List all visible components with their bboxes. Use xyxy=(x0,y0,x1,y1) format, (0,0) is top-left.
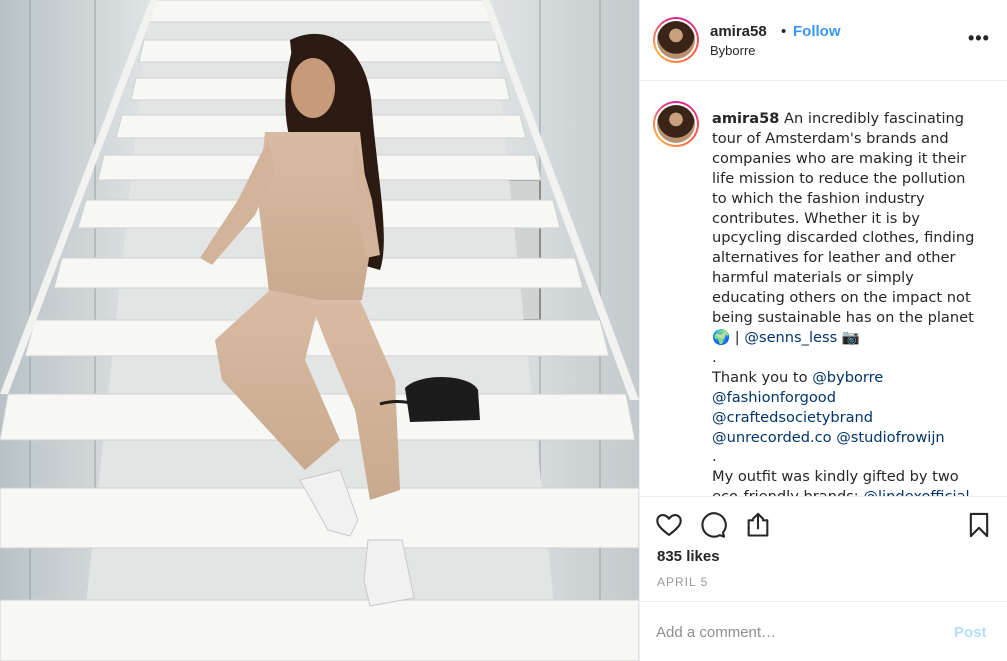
comments-area[interactable]: amira58 An incredibly fascinating tour o… xyxy=(640,81,1007,497)
globe-emoji-icon: 🌍 xyxy=(712,328,731,346)
caption-line: @unrecorded.co @studiofrowijn xyxy=(712,428,1000,448)
post-header: amira58 • Follow Byborre ••• xyxy=(640,0,1007,81)
bookmark-icon[interactable] xyxy=(965,511,993,539)
caption-line: companies who are making it their xyxy=(712,149,967,167)
author-avatar[interactable] xyxy=(653,17,699,63)
post-actions: 835 likes APRIL 5 xyxy=(640,497,1007,601)
mention-link[interactable]: @lindexofficial xyxy=(863,488,969,496)
mention-link[interactable]: @fashionforgood xyxy=(712,389,836,406)
post-comment-button[interactable]: Post xyxy=(954,624,987,641)
caption-line: educating others on the impact not xyxy=(712,289,971,307)
mention-link[interactable]: @unrecorded.co xyxy=(712,429,832,446)
caption-line: . xyxy=(712,348,717,366)
caption-text: eco-friendly brands: xyxy=(712,488,864,497)
caption-line: contributes. Whether it is by xyxy=(712,209,920,227)
comment-input[interactable] xyxy=(656,620,936,644)
caption-line: being sustainable has on the planet xyxy=(712,309,974,327)
more-options-icon[interactable]: ••• xyxy=(968,28,990,49)
heart-icon[interactable] xyxy=(655,511,683,539)
caption-line: tour of Amsterdam's brands and xyxy=(712,129,949,147)
caption-separator: | xyxy=(730,328,745,346)
post-caption: amira58 An incredibly fascinating tour o… xyxy=(712,109,1000,497)
caption-line: life mission to reduce the pollution xyxy=(712,169,966,187)
share-icon[interactable] xyxy=(744,511,772,539)
post-date[interactable]: APRIL 5 xyxy=(657,575,708,589)
author-username[interactable]: amira58 xyxy=(710,23,767,40)
caption-line: alternatives for leather and other xyxy=(712,249,956,267)
mention-link[interactable]: @byborre xyxy=(812,369,883,386)
follow-button[interactable]: Follow xyxy=(793,23,841,40)
caption-text: An incredibly fascinating xyxy=(779,110,965,127)
caption-line: 🌍 | @senns_less 📷 xyxy=(712,328,1000,348)
post-side-panel: amira58 • Follow Byborre ••• amira58 An … xyxy=(639,0,1007,661)
like-count[interactable]: 835 likes xyxy=(657,548,720,565)
add-comment-section: Post xyxy=(640,601,1007,661)
caption-username[interactable]: amira58 xyxy=(712,110,779,127)
separator-dot: • xyxy=(781,23,787,40)
post-photo[interactable] xyxy=(0,0,639,661)
caption-line: amira58 An incredibly fascinating xyxy=(712,109,1000,129)
caption-line: eco-friendly brands: @lindexofficial xyxy=(712,487,1000,497)
caption-author-avatar[interactable] xyxy=(653,101,699,147)
caption-text: Thank you to xyxy=(712,368,813,386)
comment-icon[interactable] xyxy=(699,511,727,539)
caption-line: . xyxy=(712,448,717,466)
staircase-photo-illustration xyxy=(0,0,639,661)
caption-line: to which the fashion industry xyxy=(712,189,925,207)
post-location[interactable]: Byborre xyxy=(710,43,756,58)
caption-line: @fashionforgood xyxy=(712,388,1000,408)
caption-line: @craftedsocietybrand xyxy=(712,408,1000,428)
caption-line: My outfit was kindly gifted by two xyxy=(712,468,959,486)
camera-emoji-icon: 📷 xyxy=(841,328,861,346)
caption-line: harmful materials or simply xyxy=(712,269,914,287)
caption-line: Thank you to @byborre xyxy=(712,368,1000,388)
mention-link[interactable]: @craftedsocietybrand xyxy=(712,409,873,426)
caption-line: upcycling discarded clothes, finding xyxy=(712,229,975,247)
mention-link[interactable]: @studiofrowijn xyxy=(836,429,944,446)
mention-link[interactable]: @senns_less xyxy=(744,329,837,346)
